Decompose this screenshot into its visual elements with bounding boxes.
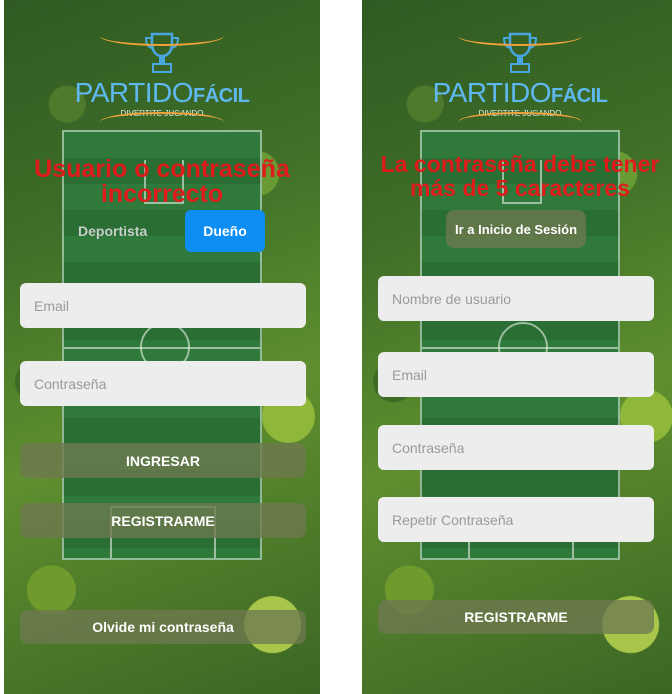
logo-brand-light: PARTIDO	[74, 77, 194, 108]
app-logo: PARTIDOFÁCIL DIVERTITE JUGANDO	[4, 30, 320, 118]
password-field[interactable]: Contraseña	[20, 361, 306, 406]
register-screen: PARTIDOFÁCIL DIVERTITE JUGANDO La contra…	[362, 0, 672, 694]
logo-wordmark: PARTIDOFÁCIL	[4, 78, 320, 111]
email-field[interactable]: Email	[20, 283, 306, 328]
app-logo: PARTIDOFÁCIL DIVERTITE JUGANDO	[362, 30, 672, 118]
login-button[interactable]: INGRESAR	[20, 443, 306, 478]
username-field[interactable]: Nombre de usuario	[378, 276, 654, 321]
login-screen: PARTIDOFÁCIL DIVERTITE JUGANDO Usuario o…	[4, 0, 320, 694]
error-message: La contraseña debe tener más de 5 caract…	[380, 151, 660, 201]
go-to-login-button[interactable]: Ir a Inicio de Sesión	[446, 210, 586, 248]
logo-brand-light: PARTIDO	[432, 77, 552, 108]
register-button[interactable]: REGISTRARME	[20, 503, 306, 538]
register-button[interactable]: REGISTRARME	[378, 600, 654, 634]
tab-dueno[interactable]: Dueño	[185, 210, 265, 252]
logo-arc-top	[458, 26, 582, 46]
logo-brand-bold: FÁCIL	[192, 85, 250, 107]
tab-deportista[interactable]: Deportista	[78, 223, 147, 239]
forgot-password-link[interactable]: Olvide mi contraseña	[20, 610, 306, 644]
logo-arc-top	[100, 26, 224, 46]
email-field[interactable]: Email	[378, 352, 654, 397]
error-message: Usuario o contraseña incorrecto	[34, 155, 290, 208]
repeat-password-field[interactable]: Repetir Contraseña	[378, 497, 654, 542]
logo-brand-bold: FÁCIL	[550, 85, 608, 107]
password-field[interactable]: Contraseña	[378, 425, 654, 470]
logo-wordmark: PARTIDOFÁCIL	[362, 78, 672, 111]
logo-arc-bottom	[458, 112, 582, 132]
logo-arc-bottom	[100, 112, 224, 132]
